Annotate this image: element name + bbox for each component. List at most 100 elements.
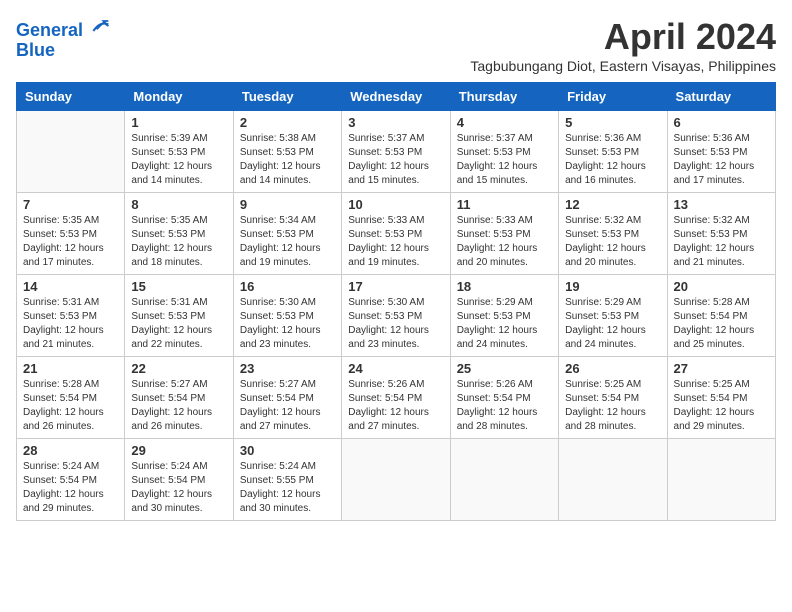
day-info: Sunrise: 5:38 AMSunset: 5:53 PMDaylight:… [240,132,335,188]
day-number: 29 [131,443,226,458]
page-header: General Blue April 2024 Tagbubungang Dio… [16,16,776,74]
day-number: 1 [131,115,226,130]
logo: General Blue [16,16,110,61]
day-info: Sunrise: 5:32 AMSunset: 5:53 PMDaylight:… [674,214,769,270]
day-number: 9 [240,197,335,212]
calendar-cell: 11 Sunrise: 5:33 AMSunset: 5:53 PMDayligh… [450,193,558,275]
day-number: 12 [565,197,660,212]
calendar-cell: 7 Sunrise: 5:35 AMSunset: 5:53 PMDaylight… [17,193,125,275]
day-info: Sunrise: 5:25 AMSunset: 5:54 PMDaylight:… [565,378,660,434]
day-info: Sunrise: 5:34 AMSunset: 5:53 PMDaylight:… [240,214,335,270]
day-info: Sunrise: 5:30 AMSunset: 5:53 PMDaylight:… [240,296,335,352]
calendar-body: 1 Sunrise: 5:39 AMSunset: 5:53 PMDaylight… [17,111,776,521]
calendar-cell: 6 Sunrise: 5:36 AMSunset: 5:53 PMDaylight… [667,111,775,193]
calendar-cell: 26 Sunrise: 5:25 AMSunset: 5:54 PMDayligh… [559,357,667,439]
calendar-cell: 9 Sunrise: 5:34 AMSunset: 5:53 PMDaylight… [233,193,341,275]
day-number: 5 [565,115,660,130]
day-info: Sunrise: 5:26 AMSunset: 5:54 PMDaylight:… [457,378,552,434]
calendar-header-tuesday: Tuesday [233,83,341,111]
calendar-cell [559,439,667,521]
calendar-week-1: 7 Sunrise: 5:35 AMSunset: 5:53 PMDaylight… [17,193,776,275]
logo-line2: Blue [16,41,110,61]
calendar-cell: 21 Sunrise: 5:28 AMSunset: 5:54 PMDayligh… [17,357,125,439]
calendar-cell: 2 Sunrise: 5:38 AMSunset: 5:53 PMDaylight… [233,111,341,193]
day-number: 25 [457,361,552,376]
day-number: 10 [348,197,443,212]
location-subtitle: Tagbubungang Diot, Eastern Visayas, Phil… [470,58,776,74]
day-info: Sunrise: 5:35 AMSunset: 5:53 PMDaylight:… [23,214,118,270]
day-info: Sunrise: 5:24 AMSunset: 5:54 PMDaylight:… [131,460,226,516]
calendar-cell: 20 Sunrise: 5:28 AMSunset: 5:54 PMDayligh… [667,275,775,357]
day-number: 20 [674,279,769,294]
day-info: Sunrise: 5:31 AMSunset: 5:53 PMDaylight:… [131,296,226,352]
day-info: Sunrise: 5:26 AMSunset: 5:54 PMDaylight:… [348,378,443,434]
day-info: Sunrise: 5:36 AMSunset: 5:53 PMDaylight:… [565,132,660,188]
day-info: Sunrise: 5:28 AMSunset: 5:54 PMDaylight:… [674,296,769,352]
calendar-cell: 1 Sunrise: 5:39 AMSunset: 5:53 PMDaylight… [125,111,233,193]
calendar-cell: 18 Sunrise: 5:29 AMSunset: 5:53 PMDayligh… [450,275,558,357]
day-number: 27 [674,361,769,376]
calendar-header-friday: Friday [559,83,667,111]
day-number: 23 [240,361,335,376]
day-info: Sunrise: 5:31 AMSunset: 5:53 PMDaylight:… [23,296,118,352]
day-number: 3 [348,115,443,130]
day-number: 6 [674,115,769,130]
day-number: 4 [457,115,552,130]
day-info: Sunrise: 5:27 AMSunset: 5:54 PMDaylight:… [131,378,226,434]
calendar-header-thursday: Thursday [450,83,558,111]
day-info: Sunrise: 5:29 AMSunset: 5:53 PMDaylight:… [457,296,552,352]
calendar-cell [342,439,450,521]
day-info: Sunrise: 5:27 AMSunset: 5:54 PMDaylight:… [240,378,335,434]
calendar-header-sunday: Sunday [17,83,125,111]
day-number: 15 [131,279,226,294]
day-number: 18 [457,279,552,294]
calendar-cell: 30 Sunrise: 5:24 AMSunset: 5:55 PMDayligh… [233,439,341,521]
day-number: 24 [348,361,443,376]
day-info: Sunrise: 5:37 AMSunset: 5:53 PMDaylight:… [457,132,552,188]
calendar-cell: 23 Sunrise: 5:27 AMSunset: 5:54 PMDayligh… [233,357,341,439]
day-info: Sunrise: 5:36 AMSunset: 5:53 PMDaylight:… [674,132,769,188]
day-number: 17 [348,279,443,294]
calendar-cell: 5 Sunrise: 5:36 AMSunset: 5:53 PMDaylight… [559,111,667,193]
calendar-cell: 29 Sunrise: 5:24 AMSunset: 5:54 PMDayligh… [125,439,233,521]
calendar-header-saturday: Saturday [667,83,775,111]
day-info: Sunrise: 5:25 AMSunset: 5:54 PMDaylight:… [674,378,769,434]
day-number: 30 [240,443,335,458]
calendar-week-0: 1 Sunrise: 5:39 AMSunset: 5:53 PMDaylight… [17,111,776,193]
calendar-header-monday: Monday [125,83,233,111]
day-number: 13 [674,197,769,212]
day-info: Sunrise: 5:33 AMSunset: 5:53 PMDaylight:… [348,214,443,270]
day-number: 26 [565,361,660,376]
calendar-cell: 13 Sunrise: 5:32 AMSunset: 5:53 PMDayligh… [667,193,775,275]
calendar-header-wednesday: Wednesday [342,83,450,111]
day-info: Sunrise: 5:32 AMSunset: 5:53 PMDaylight:… [565,214,660,270]
calendar-week-2: 14Sunrise: 5:31 AMSunset: 5:53 PMDayligh… [17,275,776,357]
calendar-cell [17,111,125,193]
day-number: 19 [565,279,660,294]
calendar-table: SundayMondayTuesdayWednesdayThursdayFrid… [16,82,776,521]
calendar-cell: 3 Sunrise: 5:37 AMSunset: 5:53 PMDaylight… [342,111,450,193]
calendar-cell [667,439,775,521]
calendar-cell: 4 Sunrise: 5:37 AMSunset: 5:53 PMDaylight… [450,111,558,193]
calendar-cell: 10 Sunrise: 5:33 AMSunset: 5:53 PMDayligh… [342,193,450,275]
day-number: 7 [23,197,118,212]
day-info: Sunrise: 5:28 AMSunset: 5:54 PMDaylight:… [23,378,118,434]
day-info: Sunrise: 5:39 AMSunset: 5:53 PMDaylight:… [131,132,226,188]
day-info: Sunrise: 5:37 AMSunset: 5:53 PMDaylight:… [348,132,443,188]
calendar-cell: 16Sunrise: 5:30 AMSunset: 5:53 PMDayligh… [233,275,341,357]
calendar-cell: 24 Sunrise: 5:26 AMSunset: 5:54 PMDayligh… [342,357,450,439]
day-info: Sunrise: 5:24 AMSunset: 5:55 PMDaylight:… [240,460,335,516]
calendar-cell: 15 Sunrise: 5:31 AMSunset: 5:53 PMDayligh… [125,275,233,357]
day-number: 11 [457,197,552,212]
calendar-header-row: SundayMondayTuesdayWednesdayThursdayFrid… [17,83,776,111]
calendar-week-4: 28Sunrise: 5:24 AMSunset: 5:54 PMDayligh… [17,439,776,521]
calendar-cell: 22Sunrise: 5:27 AMSunset: 5:54 PMDayligh… [125,357,233,439]
calendar-cell: 28Sunrise: 5:24 AMSunset: 5:54 PMDayligh… [17,439,125,521]
day-info: Sunrise: 5:33 AMSunset: 5:53 PMDaylight:… [457,214,552,270]
day-number: 8 [131,197,226,212]
day-number: 21 [23,361,118,376]
calendar-cell: 12 Sunrise: 5:32 AMSunset: 5:53 PMDayligh… [559,193,667,275]
calendar-cell [450,439,558,521]
day-number: 2 [240,115,335,130]
calendar-cell: 14Sunrise: 5:31 AMSunset: 5:53 PMDayligh… [17,275,125,357]
